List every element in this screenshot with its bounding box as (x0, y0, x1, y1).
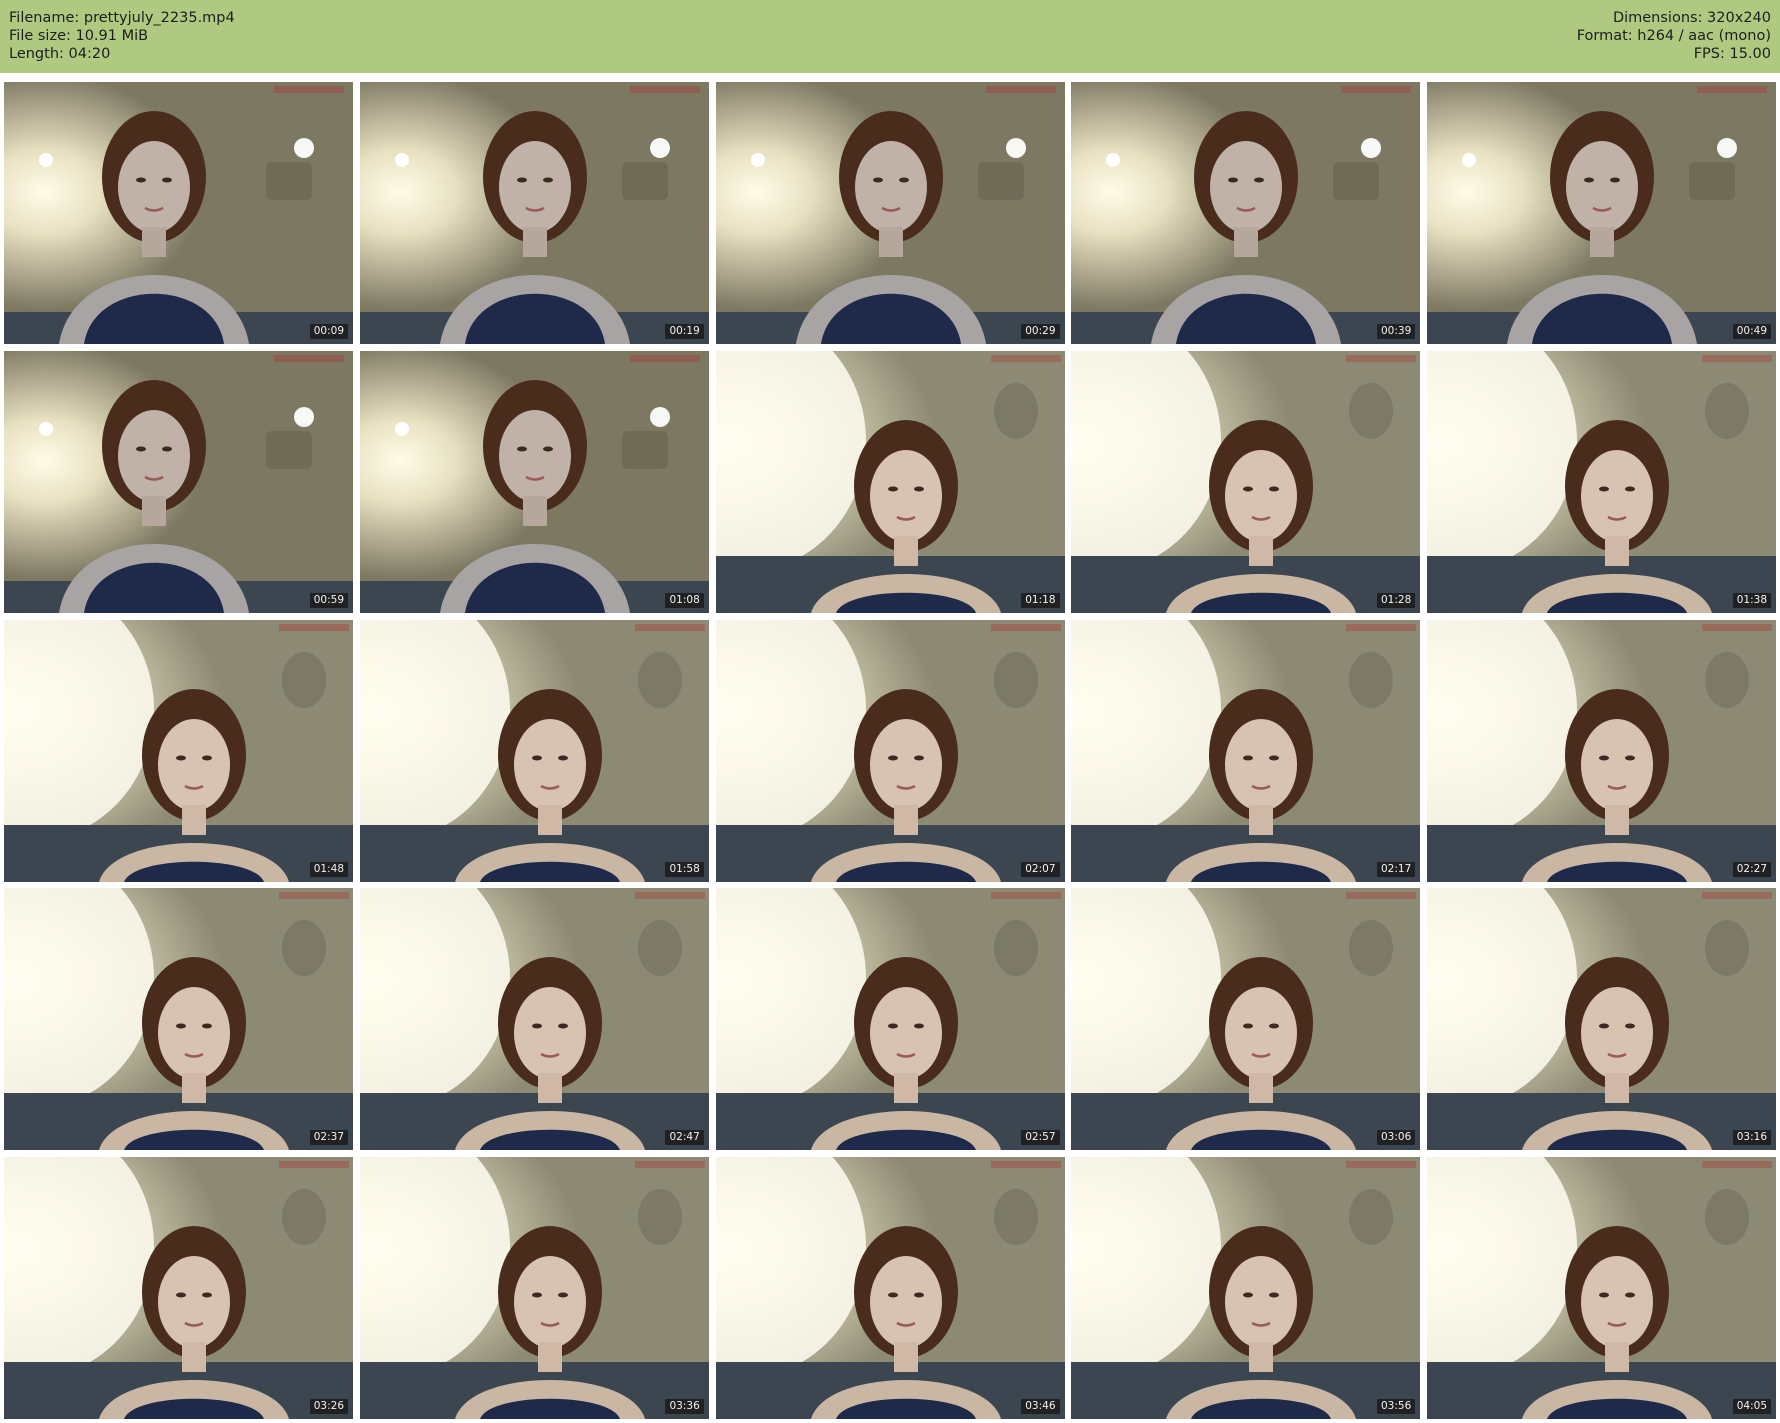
file-size-text: File size: 10.91 MiB (9, 28, 149, 44)
frame-image (715, 82, 1065, 344)
timestamp-label: 01:48 (309, 861, 348, 877)
timestamp-label: 00:59 (309, 592, 348, 608)
frame-image (1427, 619, 1776, 882)
video-thumbnail: 02:47 (359, 888, 709, 1151)
video-thumbnail: 00:39 (1071, 82, 1421, 344)
frame-image (4, 1157, 353, 1419)
timestamp-label: 02:07 (1021, 861, 1060, 877)
video-thumbnail: 03:06 (1071, 888, 1421, 1151)
timestamp-label: 03:56 (1376, 1399, 1416, 1414)
video-thumbnail: 02:37 (4, 888, 353, 1151)
frame-image (1071, 82, 1421, 344)
video-thumbnail: 02:07 (715, 619, 1065, 882)
frame-image (715, 350, 1065, 613)
frame-image (1071, 350, 1421, 613)
frame-image (1427, 350, 1776, 613)
timestamp-label: 02:17 (1376, 861, 1416, 877)
timestamp-label: 00:49 (1732, 324, 1771, 339)
video-thumbnail: 01:18 (715, 350, 1065, 613)
timestamp-label: 03:36 (665, 1399, 704, 1414)
timestamp-label: 02:47 (665, 1130, 704, 1146)
timestamp-label: 01:38 (1732, 592, 1771, 608)
video-thumbnail: 01:08 (359, 350, 709, 613)
timestamp-label: 01:08 (665, 592, 704, 608)
frame-image (715, 619, 1065, 882)
frame-image (1427, 82, 1776, 344)
video-thumbnail: 00:29 (715, 82, 1065, 344)
video-thumbnail: 01:48 (4, 619, 353, 882)
timestamp-label: 02:27 (1732, 861, 1771, 877)
video-thumbnail: 00:59 (4, 350, 353, 613)
timestamp-label: 00:19 (665, 324, 704, 339)
length-text: Length: 04:20 (9, 46, 111, 62)
frame-image (359, 619, 709, 882)
frame-image (359, 1157, 709, 1419)
frame-image (4, 82, 353, 344)
timestamp-label: 04:05 (1732, 1399, 1771, 1414)
timestamp-label: 01:18 (1021, 592, 1060, 608)
frame-image (359, 350, 709, 613)
video-thumbnail: 03:16 (1427, 888, 1776, 1151)
frame-image (359, 888, 709, 1151)
video-thumbnail: 00:09 (4, 82, 353, 344)
video-thumbnail: 03:26 (4, 1157, 353, 1419)
frame-image (1071, 1157, 1421, 1419)
timestamp-label: 03:16 (1732, 1130, 1771, 1146)
fps-text: FPS: 15.00 (1693, 46, 1771, 62)
dimensions-text: Dimensions: 320x240 (1612, 10, 1771, 26)
timestamp-label: 01:58 (665, 861, 704, 877)
timestamp-label: 00:09 (309, 324, 348, 339)
timestamp-label: 03:06 (1376, 1130, 1416, 1146)
info-header: Filename: prettyjuly_2235.mp4 File size:… (0, 0, 1780, 73)
timestamp-label: 03:46 (1021, 1399, 1060, 1414)
frame-image (715, 888, 1065, 1151)
frame-image (1071, 619, 1421, 882)
frame-image (1427, 888, 1776, 1151)
timestamp-label: 03:26 (309, 1399, 348, 1414)
frame-image (1427, 1157, 1776, 1419)
thumbnail-grid: 00:09 00:19 00:29 00:39 00:49 00:59 01:08 01:18… (4, 82, 1776, 1419)
timestamp-label: 02:57 (1021, 1130, 1060, 1146)
video-thumbnail: 03:56 (1071, 1157, 1421, 1419)
video-thumbnail: 02:27 (1427, 619, 1776, 882)
filename-text: Filename: prettyjuly_2235.mp4 (9, 10, 235, 26)
video-thumbnail: 00:19 (359, 82, 709, 344)
frame-image (4, 619, 353, 882)
format-text: Format: h264 / aac (mono) (1576, 28, 1771, 44)
video-thumbnail: 01:38 (1427, 350, 1776, 613)
timestamp-label: 00:39 (1376, 324, 1416, 339)
video-thumbnail: 02:17 (1071, 619, 1421, 882)
frame-image (4, 350, 353, 613)
frame-image (359, 82, 709, 344)
stream-info: Dimensions: 320x240 Format: h264 / aac (… (1577, 9, 1771, 63)
video-thumbnail: 01:58 (359, 619, 709, 882)
timestamp-label: 01:28 (1376, 592, 1416, 608)
frame-image (1071, 888, 1421, 1151)
video-thumbnail: 00:49 (1427, 82, 1776, 344)
video-thumbnail: 03:36 (359, 1157, 709, 1419)
frame-image (4, 888, 353, 1151)
video-thumbnail: 02:57 (715, 888, 1065, 1151)
timestamp-label: 00:29 (1021, 324, 1060, 339)
timestamp-label: 02:37 (309, 1130, 348, 1146)
video-thumbnail: 03:46 (715, 1157, 1065, 1419)
video-thumbnail: 04:05 (1427, 1157, 1776, 1419)
frame-image (715, 1157, 1065, 1419)
video-thumbnail: 01:28 (1071, 350, 1421, 613)
file-info: Filename: prettyjuly_2235.mp4 File size:… (9, 9, 235, 63)
